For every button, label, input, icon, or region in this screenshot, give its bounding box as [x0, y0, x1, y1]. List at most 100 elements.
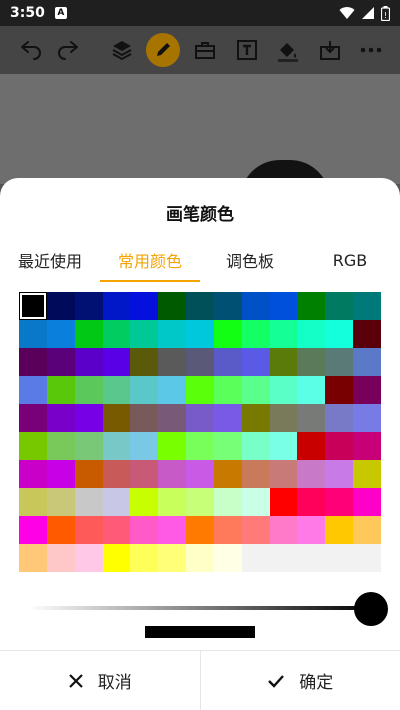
color-swatch[interactable]	[269, 376, 298, 404]
color-swatch[interactable]	[325, 404, 354, 432]
color-swatch[interactable]	[269, 460, 298, 488]
color-swatch[interactable]	[74, 376, 103, 404]
color-swatch[interactable]	[269, 544, 298, 572]
color-swatch[interactable]	[297, 432, 326, 460]
fill-button[interactable]	[267, 28, 309, 72]
color-swatch[interactable]	[269, 488, 298, 516]
color-swatch[interactable]	[325, 488, 354, 516]
color-swatch[interactable]	[102, 376, 131, 404]
color-swatch[interactable]	[353, 516, 381, 544]
color-swatch[interactable]	[269, 432, 298, 460]
color-swatch[interactable]	[325, 544, 354, 572]
color-swatch[interactable]	[102, 432, 131, 460]
download-button[interactable]	[309, 28, 351, 72]
color-swatch[interactable]	[46, 516, 75, 544]
color-swatch[interactable]	[269, 516, 298, 544]
color-swatch[interactable]	[325, 376, 354, 404]
color-swatch[interactable]	[74, 320, 103, 348]
color-swatch[interactable]	[213, 348, 242, 376]
color-swatch[interactable]	[19, 544, 47, 572]
color-swatch[interactable]	[46, 292, 75, 320]
color-swatch[interactable]	[241, 348, 270, 376]
color-swatch[interactable]	[19, 292, 47, 320]
color-swatch[interactable]	[213, 488, 242, 516]
color-swatch[interactable]	[297, 376, 326, 404]
color-swatch[interactable]	[241, 460, 270, 488]
color-swatch[interactable]	[46, 544, 75, 572]
color-swatch[interactable]	[19, 348, 47, 376]
color-swatch[interactable]	[213, 292, 242, 320]
drawing-canvas[interactable]	[0, 74, 400, 184]
color-swatch[interactable]	[186, 348, 214, 376]
color-swatch[interactable]	[353, 488, 381, 516]
color-swatch[interactable]	[213, 320, 242, 348]
color-swatch[interactable]	[19, 516, 47, 544]
color-swatch[interactable]	[353, 544, 381, 572]
color-swatch[interactable]	[241, 432, 270, 460]
color-swatch[interactable]	[269, 348, 298, 376]
color-swatch[interactable]	[269, 320, 298, 348]
color-swatch[interactable]	[186, 460, 214, 488]
color-swatch[interactable]	[241, 320, 270, 348]
color-swatch[interactable]	[325, 460, 354, 488]
slider-thumb[interactable]	[354, 592, 388, 626]
color-swatch[interactable]	[297, 292, 326, 320]
color-swatch[interactable]	[102, 404, 131, 432]
color-swatch[interactable]	[130, 488, 159, 516]
more-button[interactable]	[351, 28, 393, 72]
color-swatch[interactable]	[353, 432, 381, 460]
color-swatch[interactable]	[74, 544, 103, 572]
color-swatch[interactable]	[158, 404, 187, 432]
color-swatch[interactable]	[213, 376, 242, 404]
color-swatch[interactable]	[158, 544, 187, 572]
color-swatch[interactable]	[297, 320, 326, 348]
color-swatch[interactable]	[353, 404, 381, 432]
pen-button[interactable]	[143, 28, 185, 72]
color-swatch[interactable]	[130, 404, 159, 432]
color-swatch[interactable]	[158, 432, 187, 460]
color-swatch[interactable]	[325, 348, 354, 376]
color-swatch[interactable]	[186, 376, 214, 404]
color-swatch[interactable]	[130, 432, 159, 460]
toolbox-button[interactable]	[184, 28, 226, 72]
color-swatch[interactable]	[46, 460, 75, 488]
color-swatch[interactable]	[213, 516, 242, 544]
color-swatch[interactable]	[130, 292, 159, 320]
color-swatch[interactable]	[19, 320, 47, 348]
color-swatch[interactable]	[213, 432, 242, 460]
color-swatch[interactable]	[158, 488, 187, 516]
color-swatch[interactable]	[241, 488, 270, 516]
color-swatch[interactable]	[130, 460, 159, 488]
redo-button[interactable]	[50, 28, 92, 72]
color-swatch[interactable]	[297, 516, 326, 544]
color-swatch[interactable]	[74, 460, 103, 488]
color-swatch[interactable]	[19, 376, 47, 404]
text-button[interactable]	[226, 28, 268, 72]
confirm-button[interactable]: 确定	[199, 651, 400, 710]
color-swatch[interactable]	[46, 432, 75, 460]
layers-button[interactable]	[101, 28, 143, 72]
color-swatch[interactable]	[297, 460, 326, 488]
color-swatch[interactable]	[158, 516, 187, 544]
color-swatch[interactable]	[269, 292, 298, 320]
color-swatch[interactable]	[297, 544, 326, 572]
color-swatch[interactable]	[297, 404, 326, 432]
color-swatch[interactable]	[186, 544, 214, 572]
color-swatch[interactable]	[186, 404, 214, 432]
color-swatch[interactable]	[353, 320, 381, 348]
color-swatch[interactable]	[213, 460, 242, 488]
color-swatch[interactable]	[325, 320, 354, 348]
color-swatch[interactable]	[46, 488, 75, 516]
color-swatch[interactable]	[130, 320, 159, 348]
color-swatch[interactable]	[46, 348, 75, 376]
color-swatch[interactable]	[353, 348, 381, 376]
color-swatch[interactable]	[158, 320, 187, 348]
color-swatch[interactable]	[74, 348, 103, 376]
color-swatch[interactable]	[74, 432, 103, 460]
color-swatch[interactable]	[102, 320, 131, 348]
color-swatch[interactable]	[241, 404, 270, 432]
color-swatch[interactable]	[102, 292, 131, 320]
color-swatch[interactable]	[19, 488, 47, 516]
color-swatch[interactable]	[19, 460, 47, 488]
color-swatch[interactable]	[186, 488, 214, 516]
